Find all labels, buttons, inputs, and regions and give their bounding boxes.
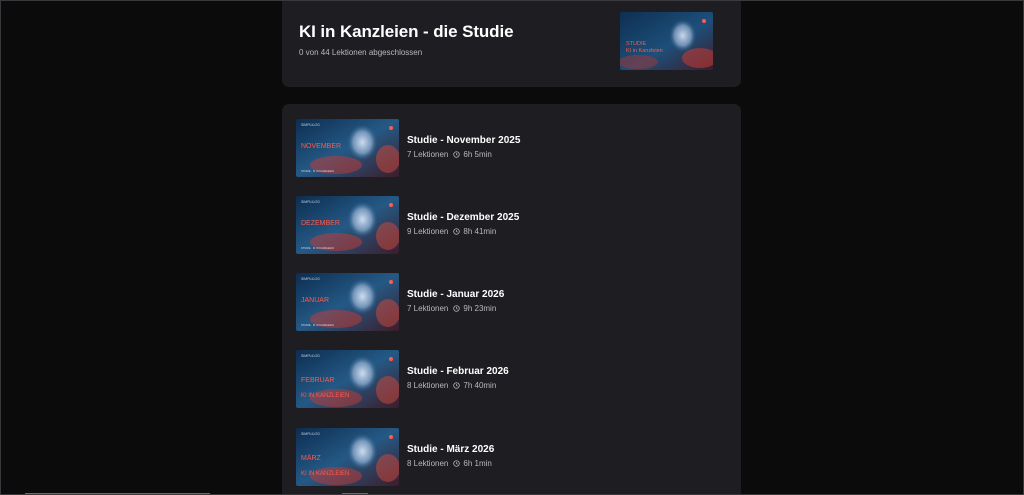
module-meta: 7 Lektionen 9h 23min bbox=[407, 304, 496, 313]
module-lessons: 8 Lektionen bbox=[407, 459, 449, 468]
module-duration: 6h 1min bbox=[463, 459, 492, 468]
module-thumbnail: SIMPLILOG MÄRZ KI IN KANZLEIEN bbox=[296, 428, 399, 486]
svg-text:STUDIE · KI IN KANZLEIEN: STUDIE · KI IN KANZLEIEN bbox=[301, 169, 334, 173]
module-thumbnail: SIMPLILOG NOVEMBER STUDIE · KI IN KANZLE… bbox=[296, 119, 399, 177]
clock-icon bbox=[453, 382, 461, 389]
module-thumb-label: FEBRUAR bbox=[301, 377, 334, 384]
svg-text:SIMPLILOG: SIMPLILOG bbox=[301, 354, 320, 358]
module-lessons: 7 Lektionen bbox=[407, 150, 449, 159]
clock-icon bbox=[453, 151, 461, 158]
module-lessons: 8 Lektionen bbox=[407, 381, 449, 390]
course-thumbnail: STUDIE KI in Kanzleien bbox=[620, 12, 713, 70]
clock-icon bbox=[453, 305, 461, 312]
course-header-card: KI in Kanzleien - die Studie 0 von 44 Le… bbox=[282, 0, 741, 87]
module-duration: 6h 5min bbox=[463, 150, 492, 159]
svg-text:STUDIE · KI IN KANZLEIEN: STUDIE · KI IN KANZLEIEN bbox=[301, 323, 334, 327]
module-thumb-label-2: KI IN KANZLEIEN bbox=[301, 471, 349, 477]
module-item[interactable]: SIMPLILOG DEZEMBER STUDIE · KI IN KANZLE… bbox=[296, 196, 716, 256]
module-meta: 8 Lektionen 7h 40min bbox=[407, 381, 496, 390]
module-meta: 9 Lektionen 8h 41min bbox=[407, 227, 496, 236]
course-progress-text: 0 von 44 Lektionen abgeschlossen bbox=[299, 48, 423, 57]
module-meta: 8 Lektionen 6h 1min bbox=[407, 459, 492, 468]
svg-text:SIMPLILOG: SIMPLILOG bbox=[301, 123, 320, 127]
course-thumbnail-line1: STUDIE bbox=[626, 41, 647, 47]
module-duration: 9h 23min bbox=[463, 304, 497, 313]
module-thumb-label: MÄRZ bbox=[301, 454, 322, 462]
module-title: Studie - März 2026 bbox=[407, 444, 495, 455]
module-thumbnail: SIMPLILOG FEBRUAR KI IN KANZLEIEN bbox=[296, 350, 399, 408]
module-duration: 8h 41min bbox=[463, 227, 497, 236]
course-page: KI in Kanzleien - die Studie 0 von 44 Le… bbox=[0, 0, 1024, 495]
clock-icon bbox=[453, 460, 461, 467]
clock-icon bbox=[453, 228, 461, 235]
module-title: Studie - Dezember 2025 bbox=[407, 212, 520, 223]
module-thumb-label: NOVEMBER bbox=[301, 143, 341, 150]
module-thumb-label-2: KI IN KANZLEIEN bbox=[301, 393, 349, 399]
course-thumbnail-line2: KI in Kanzleien bbox=[626, 48, 663, 54]
module-duration: 7h 40min bbox=[463, 381, 497, 390]
module-list: SIMPLILOG NOVEMBER STUDIE · KI IN KANZLE… bbox=[282, 104, 741, 495]
module-thumbnail: SIMPLILOG JANUAR STUDIE · KI IN KANZLEIE… bbox=[296, 273, 399, 331]
module-lessons: 7 Lektionen bbox=[407, 304, 449, 313]
module-thumbnail: SIMPLILOG DEZEMBER STUDIE · KI IN KANZLE… bbox=[296, 196, 399, 254]
svg-text:STUDIE · KI IN KANZLEIEN: STUDIE · KI IN KANZLEIEN bbox=[301, 246, 334, 250]
module-item[interactable]: SIMPLILOG FEBRUAR KI IN KANZLEIEN Studie… bbox=[296, 350, 716, 410]
course-title: KI in Kanzleien - die Studie bbox=[299, 22, 514, 41]
module-thumb-label: JANUAR bbox=[301, 297, 329, 304]
module-title: Studie - Januar 2026 bbox=[407, 289, 505, 300]
module-lessons: 9 Lektionen bbox=[407, 227, 449, 236]
module-item[interactable]: SIMPLILOG JANUAR STUDIE · KI IN KANZLEIE… bbox=[296, 273, 716, 333]
module-item[interactable]: SIMPLILOG MÄRZ KI IN KANZLEIEN Studie - … bbox=[296, 428, 716, 488]
module-title: Studie - Februar 2026 bbox=[407, 366, 509, 377]
module-item[interactable]: SIMPLILOG NOVEMBER STUDIE · KI IN KANZLE… bbox=[296, 119, 716, 179]
module-thumb-label: DEZEMBER bbox=[301, 220, 340, 227]
svg-text:SIMPLILOG: SIMPLILOG bbox=[301, 432, 320, 436]
svg-text:SIMPLILOG: SIMPLILOG bbox=[301, 277, 320, 281]
svg-text:SIMPLILOG: SIMPLILOG bbox=[301, 200, 320, 204]
module-meta: 7 Lektionen 6h 5min bbox=[407, 150, 492, 159]
module-title: Studie - November 2025 bbox=[407, 135, 521, 146]
